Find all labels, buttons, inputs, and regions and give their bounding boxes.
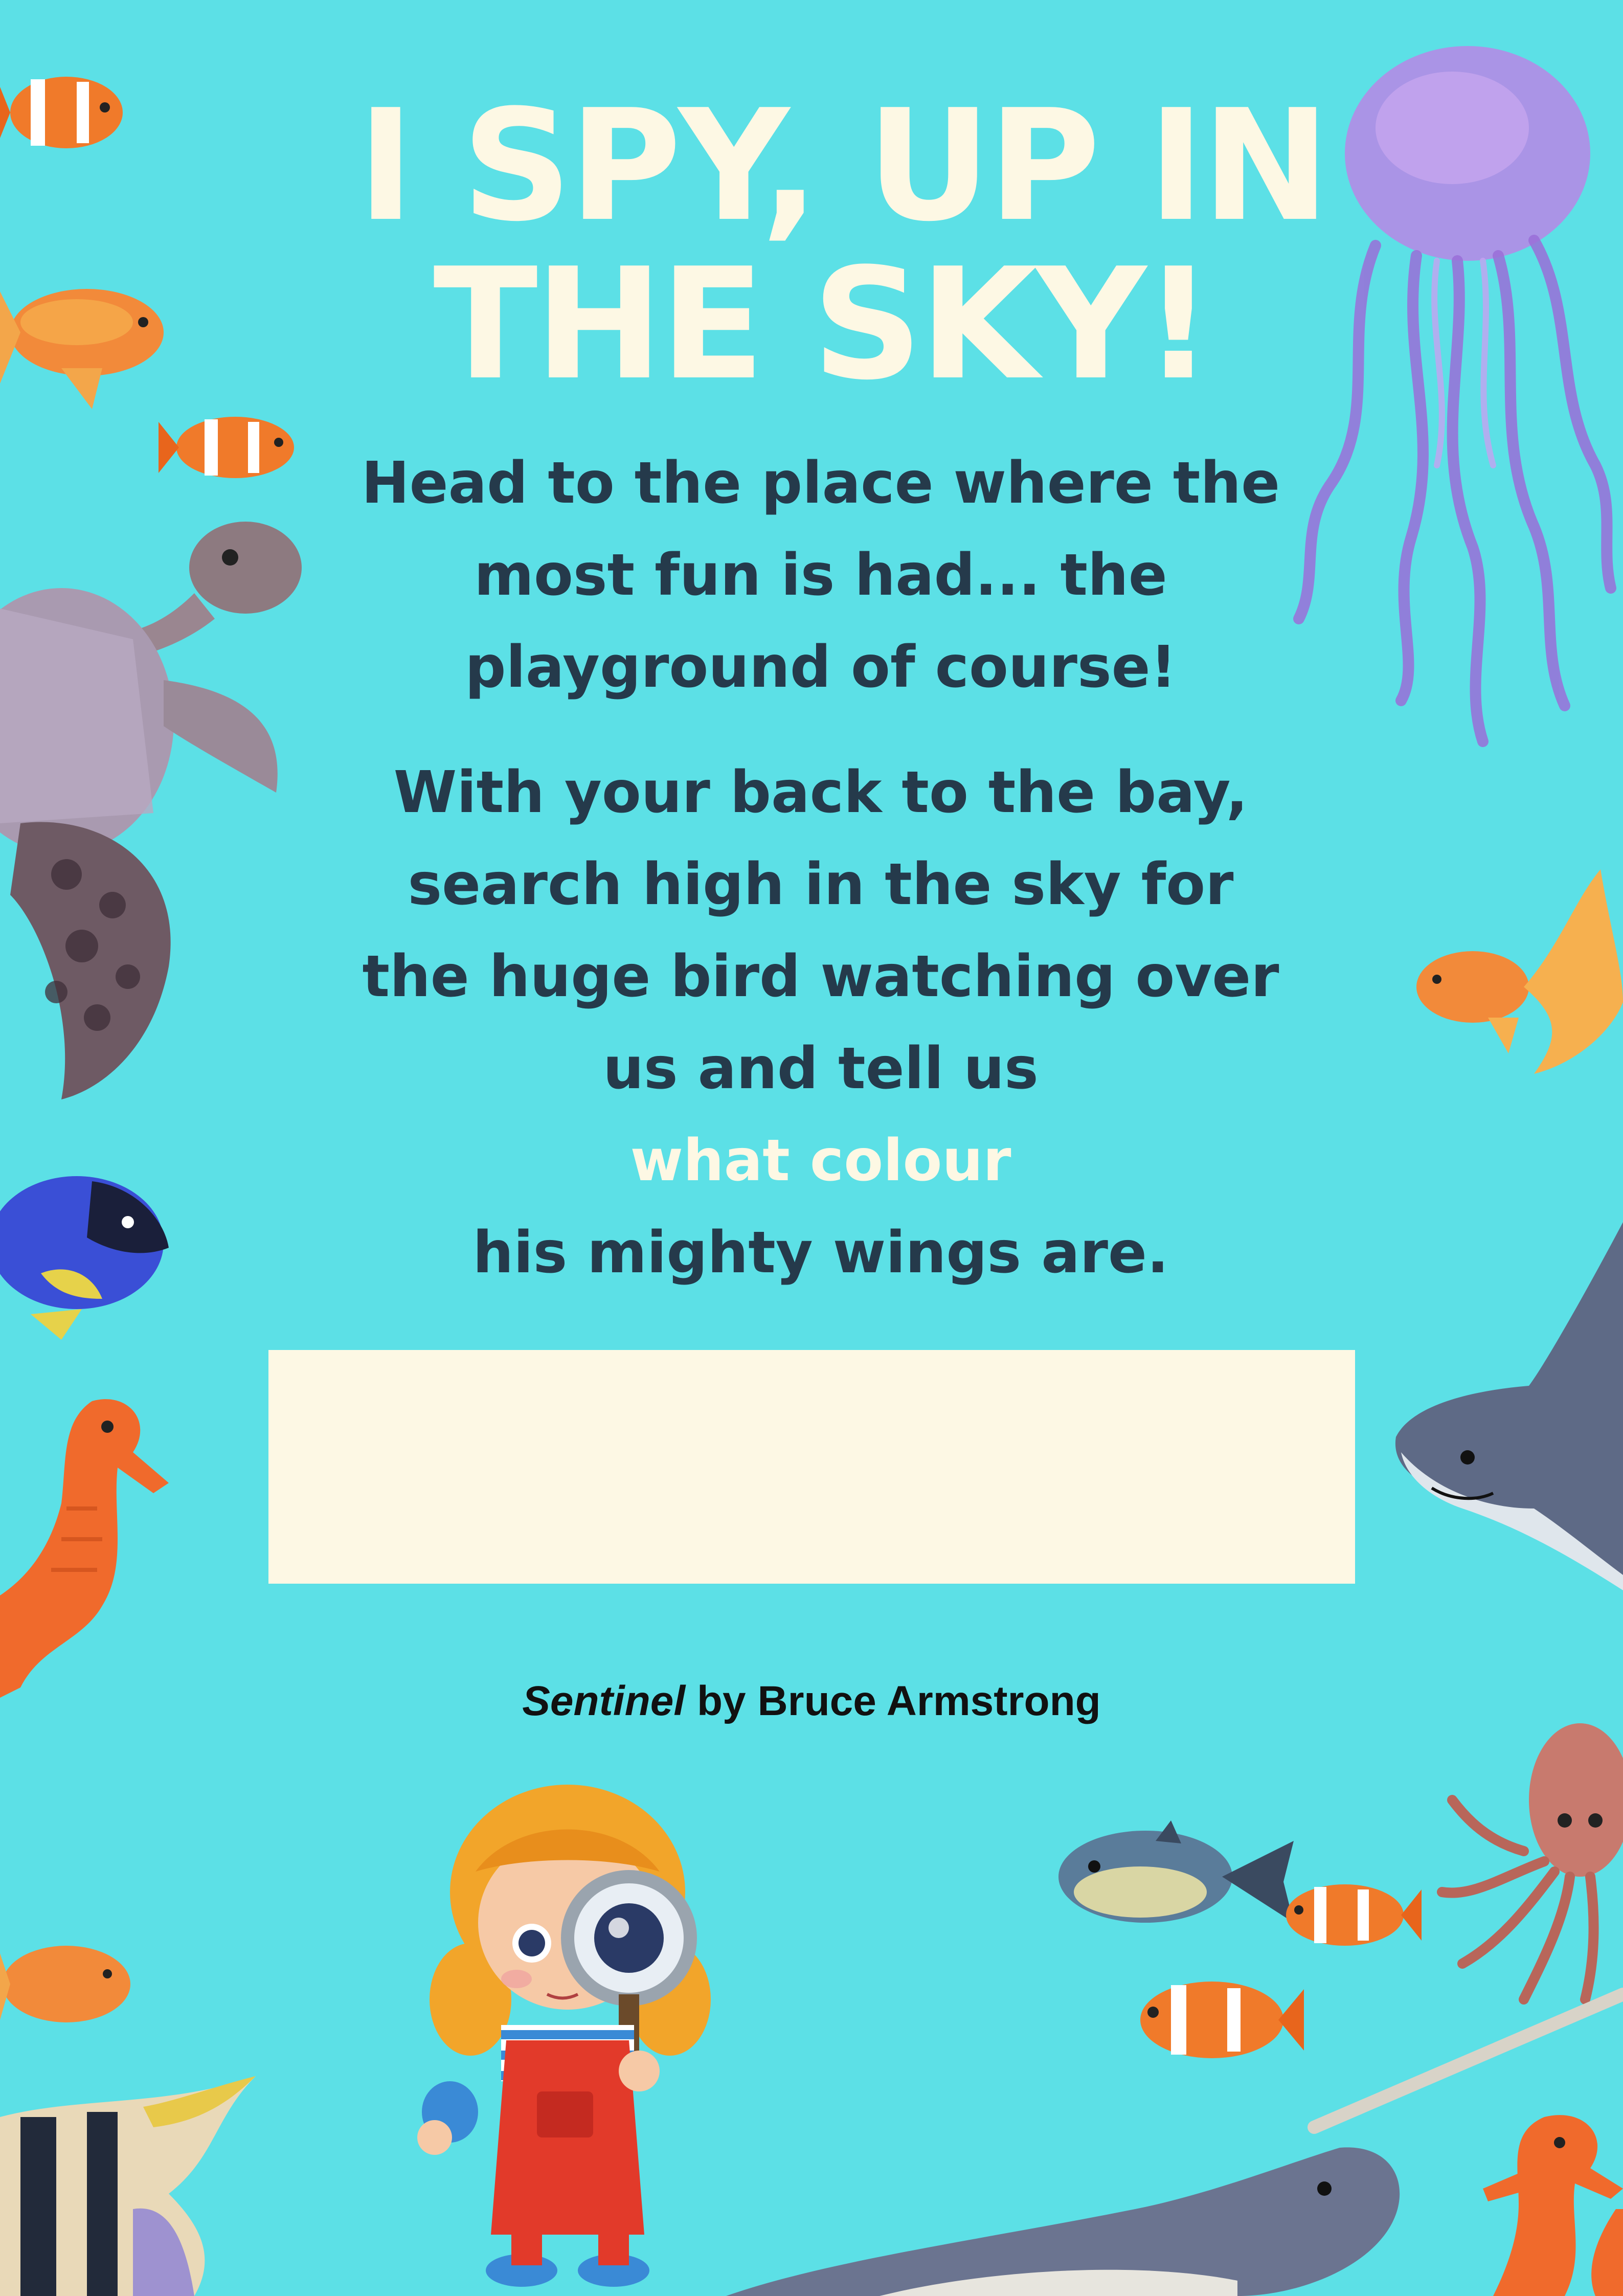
sea-turtle-icon xyxy=(0,522,302,1099)
page-title: I SPY, UP IN THE SKY! xyxy=(0,87,1623,404)
clue-line: search high in the sky for xyxy=(408,851,1234,918)
title-line-2: THE SKY! xyxy=(433,235,1213,414)
clue-line: playground of course! xyxy=(465,634,1177,701)
clue-paragraph-2: With your back to the bay, search high i… xyxy=(327,747,1314,1299)
artwork-title: Sentinel xyxy=(522,1678,686,1724)
clue-highlight: what colour xyxy=(630,1128,1011,1194)
clue-line: us and tell us xyxy=(603,1036,1039,1102)
manta-ray-icon xyxy=(1395,1222,1623,1590)
title-line-1: I SPY, UP IN xyxy=(357,77,1331,255)
artwork-credit: Sentinel by Bruce Armstrong xyxy=(0,1677,1623,1725)
seahorse-icon xyxy=(1483,2115,1623,2296)
clue-line: most fun is had... the xyxy=(474,542,1167,609)
seahorse-icon xyxy=(0,1399,169,1698)
i-spy-page: I SPY, UP IN THE SKY! Head to the place … xyxy=(0,0,1623,2296)
angelfish-icon xyxy=(0,2076,256,2296)
clue-line: Head to the place where the xyxy=(361,450,1280,516)
blue-tang-icon xyxy=(0,1176,169,1340)
girl-with-magnifier-icon xyxy=(417,1785,711,2287)
clue-line: the huge bird watching over xyxy=(362,943,1279,1010)
answer-box[interactable] xyxy=(268,1350,1355,1584)
clue-paragraph-1: Head to the place where the most fun is … xyxy=(327,437,1314,713)
clownfish-icon xyxy=(1286,1884,1422,1946)
pufferfish-icon xyxy=(1058,1820,1294,1923)
squid-icon xyxy=(1437,1723,1623,2005)
clue-line: With your back to the bay, xyxy=(393,759,1248,826)
clue-line: his mighty wings are. xyxy=(472,1220,1169,1286)
goldfish-icon xyxy=(0,1946,130,2022)
artist-name: by Bruce Armstrong xyxy=(685,1678,1101,1724)
goldfish-icon xyxy=(1416,869,1623,1074)
clownfish-icon xyxy=(159,417,294,478)
